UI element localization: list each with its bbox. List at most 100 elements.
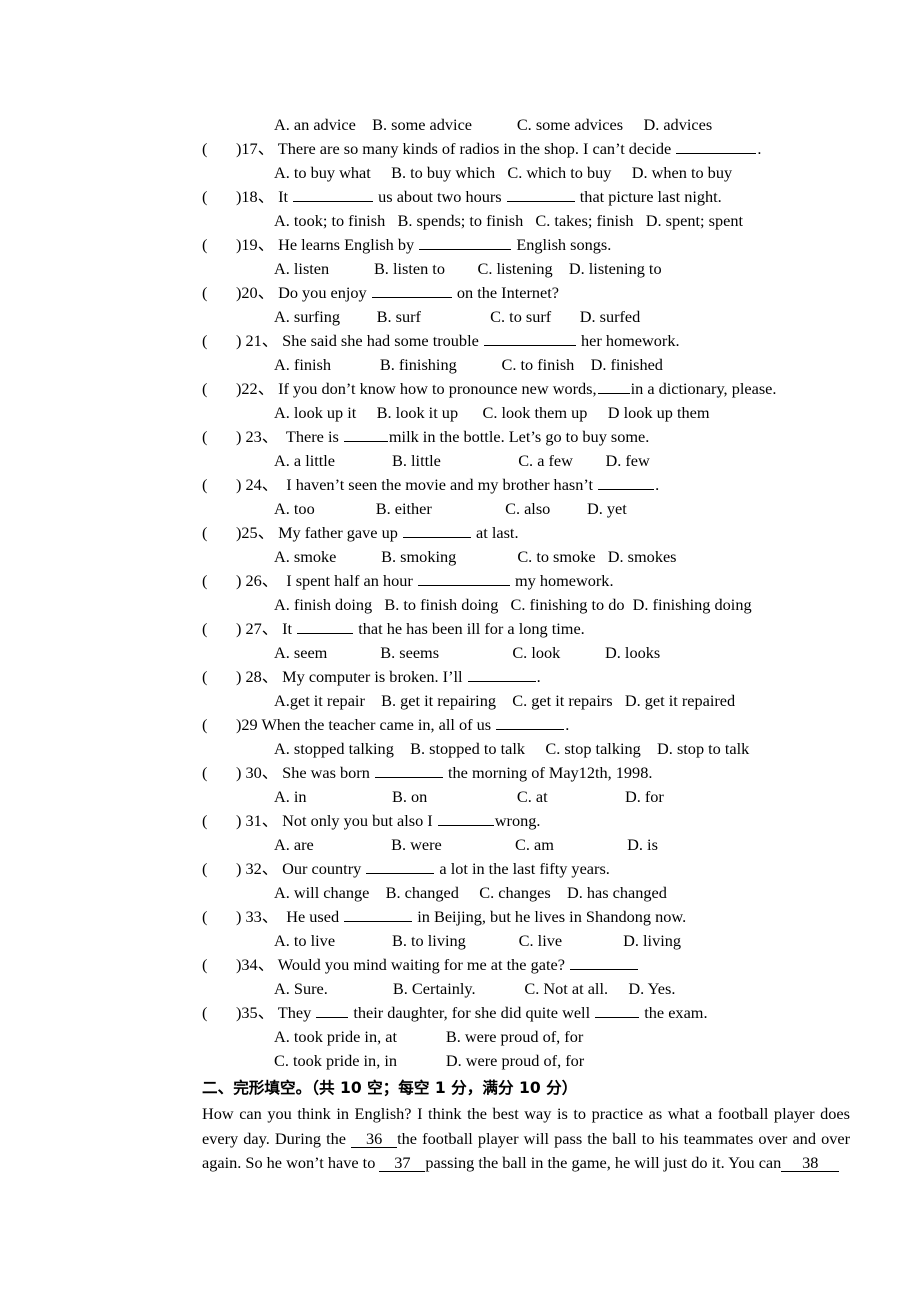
options-line[interactable]: A. stopped talking B. stopped to talk C.… bbox=[202, 737, 854, 761]
answer-bracket[interactable]: ( bbox=[202, 809, 236, 833]
answer-bracket[interactable]: ( bbox=[202, 761, 236, 785]
options-line[interactable]: A. in B. on C. at D. for bbox=[202, 785, 854, 809]
question-stem: () 27、 It that he has been ill for a lon… bbox=[202, 617, 854, 641]
stem-tail: my homework. bbox=[510, 571, 614, 590]
question-27: () 27、 It that he has been ill for a lon… bbox=[202, 617, 854, 665]
option-c: C. some advices bbox=[516, 115, 624, 134]
answer-bracket[interactable]: ( bbox=[202, 617, 236, 641]
question-number: ) 31、 bbox=[236, 811, 279, 830]
fill-blank bbox=[417, 570, 510, 586]
fill-blank bbox=[676, 138, 757, 154]
answer-bracket[interactable]: ( bbox=[202, 137, 236, 161]
options-line[interactable]: A. to live B. to living C. live D. livin… bbox=[202, 929, 854, 953]
options-line[interactable]: A. smoke B. smoking C. to smoke D. smoke… bbox=[202, 545, 854, 569]
fill-blank bbox=[467, 666, 536, 682]
options-line[interactable]: A. finish B. finishing C. to finish D. f… bbox=[202, 353, 854, 377]
answer-bracket[interactable]: ( bbox=[202, 473, 236, 497]
question-28: () 28、 My computer is broken. I’ll . A.g… bbox=[202, 665, 854, 713]
question-22: ()22、 If you don’t know how to pronounce… bbox=[202, 377, 854, 425]
options-line[interactable]: A.get it repair B. get it repairing C. g… bbox=[202, 689, 854, 713]
options-line[interactable]: A. are B. were C. am D. is bbox=[202, 833, 854, 857]
question-number: ) 26、 bbox=[236, 571, 279, 590]
question-stem: () 23、 There is milk in the bottle. Let’… bbox=[202, 425, 854, 449]
options-line[interactable]: A. look up it B. look it up C. look them… bbox=[202, 401, 854, 425]
options-line[interactable]: A. too B. either C. also D. yet bbox=[202, 497, 854, 521]
options-line-2[interactable]: C. took pride in, in D. were proud of, f… bbox=[202, 1049, 854, 1073]
cloze-gap-36[interactable]: 36 bbox=[351, 1129, 398, 1148]
stem-tail: . bbox=[655, 475, 660, 494]
answer-bracket[interactable]: ( bbox=[202, 233, 236, 257]
question-stem: ()19、 He learns English by English songs… bbox=[202, 233, 854, 257]
question-number: )17、 bbox=[236, 139, 274, 158]
option-d: D. advices bbox=[643, 115, 713, 134]
question-stem: ()35、 They their daughter, for she did q… bbox=[202, 1001, 854, 1025]
question-34: ()34、 Would you mind waiting for me at t… bbox=[202, 953, 854, 1001]
stem-text: She was born bbox=[278, 763, 374, 782]
stem-tail: wrong. bbox=[494, 811, 541, 830]
fill-blank bbox=[343, 426, 388, 442]
stem-tail: in a dictionary, please. bbox=[630, 379, 777, 398]
fill-blank bbox=[437, 810, 494, 826]
stem-tail: her homework. bbox=[576, 331, 680, 350]
question-number: ) 24、 bbox=[236, 475, 279, 494]
options-line[interactable]: A. a little B. little C. a few D. few bbox=[202, 449, 854, 473]
options-line[interactable]: A. seem B. seems C. look D. looks bbox=[202, 641, 854, 665]
stem-text: When the teacher came in, all of us bbox=[257, 715, 496, 734]
answer-bracket[interactable]: ( bbox=[202, 713, 236, 737]
question-35: ()35、 They their daughter, for she did q… bbox=[202, 1001, 854, 1073]
question-29: ()29 When the teacher came in, all of us… bbox=[202, 713, 854, 761]
answer-bracket[interactable]: ( bbox=[202, 665, 236, 689]
answer-bracket[interactable]: ( bbox=[202, 329, 236, 353]
fill-blank bbox=[374, 762, 443, 778]
stem-tail: the morning of May12th, 1998. bbox=[443, 763, 653, 782]
stem-text: Our country bbox=[278, 859, 366, 878]
question-stem: ()34、 Would you mind waiting for me at t… bbox=[202, 953, 854, 977]
answer-bracket[interactable]: ( bbox=[202, 953, 236, 977]
options-line[interactable]: A. surfing B. surf C. to surf D. surfed bbox=[202, 305, 854, 329]
question-stem: () 31、 Not only you but also I wrong. bbox=[202, 809, 854, 833]
question-stem: ()25、 My father gave up at last. bbox=[202, 521, 854, 545]
stem-tail: milk in the bottle. Let’s go to buy some… bbox=[388, 427, 650, 446]
answer-bracket[interactable]: ( bbox=[202, 857, 236, 881]
question-20: ()20、 Do you enjoy on the Internet? A. s… bbox=[202, 281, 854, 329]
question-17: ()17、 There are so many kinds of radios … bbox=[202, 137, 854, 185]
stem-text: He learns English by bbox=[274, 235, 419, 254]
question-number: )29 bbox=[236, 715, 258, 734]
answer-bracket[interactable]: ( bbox=[202, 377, 236, 401]
options-line[interactable]: A. took pride in, at B. were proud of, f… bbox=[202, 1025, 854, 1049]
answer-bracket[interactable]: ( bbox=[202, 521, 236, 545]
stem-tail: . bbox=[565, 715, 570, 734]
stem-text: There is bbox=[278, 427, 343, 446]
fill-blank bbox=[366, 858, 435, 874]
stem-tail: . bbox=[757, 139, 762, 158]
question-number: )19、 bbox=[236, 235, 274, 254]
options-line[interactable]: A. listen B. listen to C. listening D. l… bbox=[202, 257, 854, 281]
question-32: () 32、 Our country a lot in the last fif… bbox=[202, 857, 854, 905]
options-line[interactable]: A. will change B. changed C. changes D. … bbox=[202, 881, 854, 905]
question-23: () 23、 There is milk in the bottle. Let’… bbox=[202, 425, 854, 473]
fill-blank bbox=[597, 378, 630, 394]
question-stem: () 24、 I haven’t seen the movie and my b… bbox=[202, 473, 854, 497]
question-stem: ()29 When the teacher came in, all of us… bbox=[202, 713, 854, 737]
question-19: ()19、 He learns English by English songs… bbox=[202, 233, 854, 281]
answer-bracket[interactable]: ( bbox=[202, 281, 236, 305]
answer-bracket[interactable]: ( bbox=[202, 569, 236, 593]
cloze-gap-37[interactable]: 37 bbox=[379, 1154, 426, 1173]
answer-bracket[interactable]: ( bbox=[202, 185, 236, 209]
answer-bracket[interactable]: ( bbox=[202, 905, 236, 929]
options-line[interactable]: A. finish doing B. to finish doing C. fi… bbox=[202, 593, 854, 617]
options-line[interactable]: A. Sure. B. Certainly. C. Not at all. D.… bbox=[202, 977, 854, 1001]
question-21: () 21、 She said she had some trouble her… bbox=[202, 329, 854, 377]
fill-blank bbox=[570, 954, 639, 970]
answer-bracket[interactable]: ( bbox=[202, 1001, 236, 1025]
fill-blank bbox=[496, 714, 565, 730]
options-line[interactable]: A. to buy what B. to buy which C. which … bbox=[202, 161, 854, 185]
answer-bracket[interactable]: ( bbox=[202, 425, 236, 449]
options-line[interactable]: A. took; to finish B. spends; to finish … bbox=[202, 209, 854, 233]
question-number: ) 27、 bbox=[236, 619, 279, 638]
fill-blank bbox=[419, 234, 512, 250]
question-stem: () 33、 He used in Beijing, but he lives … bbox=[202, 905, 854, 929]
stem-text: Do you enjoy bbox=[274, 283, 371, 302]
page-content: A. an advice B. some advice C. some advi… bbox=[66, 113, 854, 1176]
cloze-gap-38[interactable]: 38 bbox=[781, 1154, 840, 1173]
